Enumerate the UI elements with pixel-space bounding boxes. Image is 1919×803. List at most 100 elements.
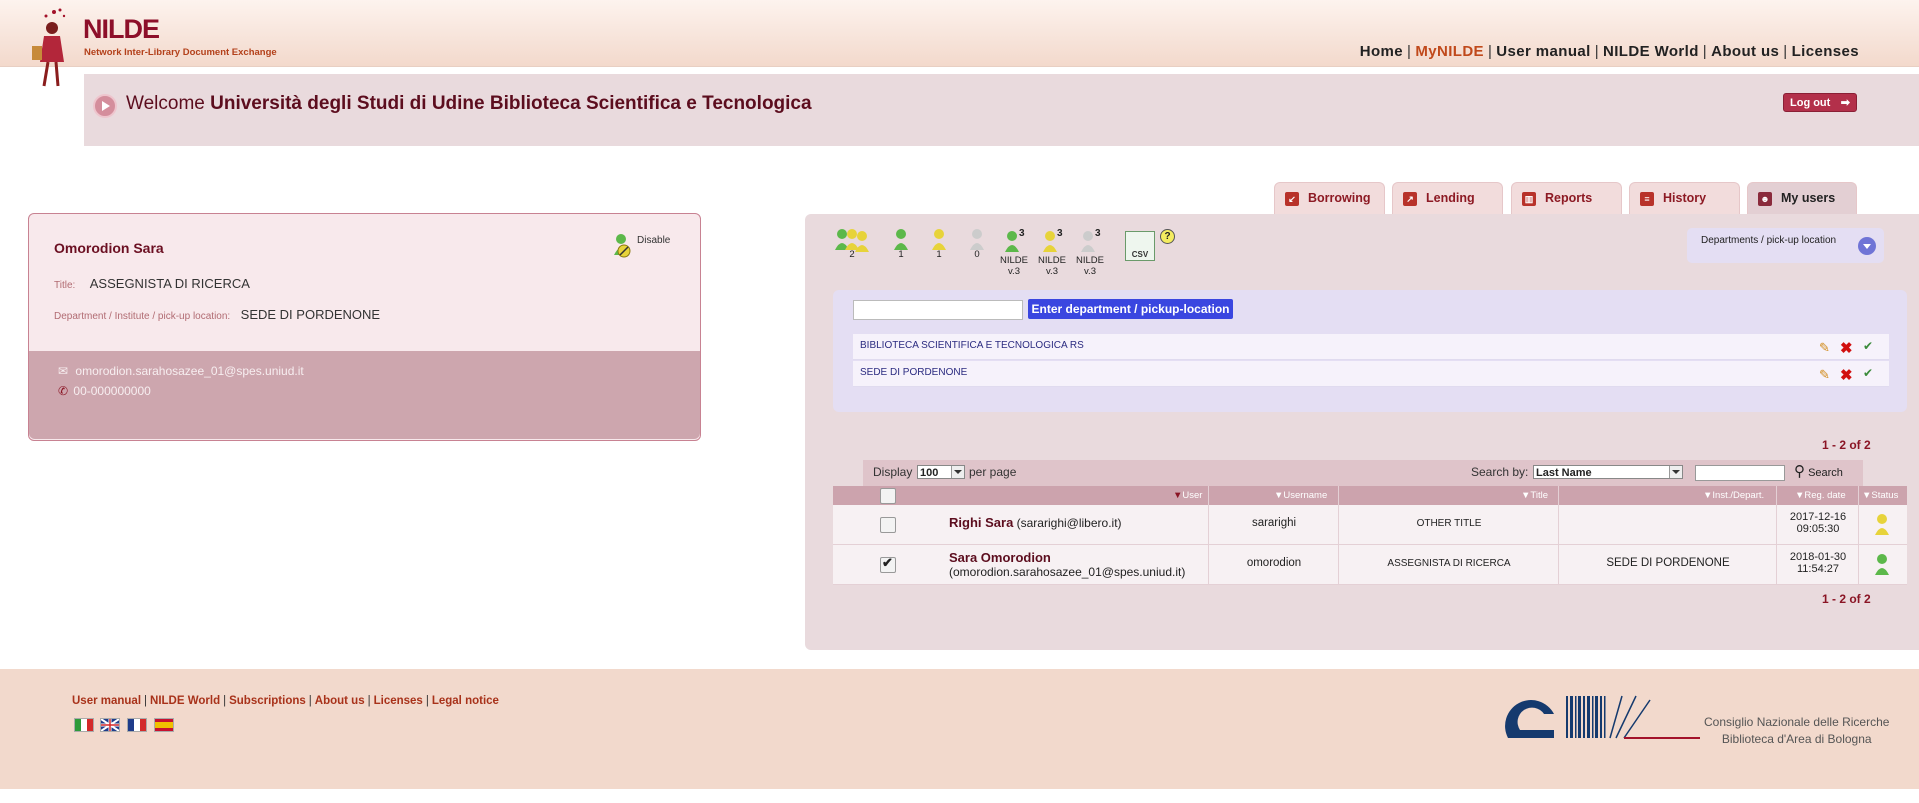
filter-disabled-users[interactable]: 0 [966,228,988,260]
footer-subscriptions[interactable]: Subscriptions [229,695,306,707]
assign-user-icon[interactable]: ✔ [1863,339,1873,353]
tab-lending[interactable]: ↗ Lending [1392,182,1503,214]
tab-borrowing-label: Borrowing [1308,191,1371,205]
delete-icon[interactable]: ✖ [1840,366,1853,384]
filter-nilde3-active[interactable]: 3 NILDE v.3 [998,228,1030,277]
footer-user-manual[interactable]: User manual [72,695,141,707]
search-input[interactable] [1695,465,1785,481]
logo-subtitle: Network Inter-Library Document Exchange [84,47,277,58]
nav-nilde-world[interactable]: NILDE World [1603,43,1699,60]
nav-about-us[interactable]: About us [1711,43,1779,60]
help-icon[interactable]: ? [1160,229,1175,244]
pagination-top: 1 - 2 of 2 [1822,438,1871,452]
nilde-label: NILDE [1076,255,1104,266]
footer-nilde-world[interactable]: NILDE World [150,695,220,707]
column-divider [1338,486,1339,584]
history-list-icon: ≡ [1640,191,1654,206]
pagination-bottom: 1 - 2 of 2 [1822,592,1871,606]
username-cell: sararighi [1251,517,1297,529]
title-cell: ASSEGNISTA DI RICERCA [1387,558,1511,569]
column-header-label: Status [1871,490,1899,501]
filter-all-users[interactable]: 2 [830,228,874,260]
nav-licenses[interactable]: Licenses [1792,43,1859,60]
per-page-select[interactable]: 100 [917,465,965,479]
cnr-line-1: Consiglio Nazionale delle Ricerche [1704,715,1890,729]
logout-button[interactable]: Log out ➡ [1783,93,1857,112]
departments-toggle[interactable]: Departments / pick-up location [1687,228,1884,263]
nav-mynilde[interactable]: MyNILDE [1415,43,1484,60]
tab-history[interactable]: ≡ History [1629,182,1740,214]
user-email[interactable]: omorodion.sarahosazee_01@spes.uniud.it [75,364,303,378]
user-name-link[interactable]: Sara Omorodion [949,550,1051,565]
filter-active-users[interactable]: 1 [890,228,912,260]
search-by-select[interactable]: Last Name [1533,465,1683,479]
column-header-label: Inst./Depart. [1712,490,1765,501]
nav-home[interactable]: Home [1360,43,1403,60]
assign-user-icon[interactable]: ✔ [1863,366,1873,380]
nav-user-manual[interactable]: User manual [1496,43,1590,60]
tab-reports[interactable]: ▥ Reports [1511,182,1622,214]
select-all-checkbox[interactable] [880,488,896,504]
per-page-value: 100 [920,467,939,479]
nilde-logo[interactable]: NILDE [83,14,160,45]
delete-icon[interactable]: ✖ [1840,339,1853,357]
disable-user-link[interactable]: Disable [637,235,670,246]
search-by-value: Last Name [1536,467,1592,479]
user-full-name: Omorodion Sara [54,240,164,256]
add-department-button[interactable]: Enter department / pickup-location [1028,299,1233,319]
sort-icon: ▼ [1862,490,1872,501]
top-navigation: Home | MyNILDE | User manual | NILDE World | Abo… [1359,43,1859,60]
column-header-username[interactable]: ▼Username [1274,490,1327,501]
department-name: BIBLIOTECA SCIENTIFICA E TECNOLOGICA RS [860,340,1084,351]
filter-nilde3-pending[interactable]: 3 NILDE v.3 [1036,228,1068,277]
filter-pending-users[interactable]: 1 [928,228,950,260]
column-header-label: Title [1530,490,1549,501]
row-checkbox[interactable]: ✔ [880,555,896,573]
search-icon: ⚲ [1794,463,1805,480]
column-header-status[interactable]: ▼Status [1862,490,1898,501]
column-divider [1858,486,1859,584]
column-header-user[interactable]: ▼User [1173,490,1202,501]
chevron-down-icon[interactable] [1858,237,1876,255]
tab-borrowing[interactable]: ↙ Borrowing [1274,182,1385,214]
filter-nilde3-disabled[interactable]: 3 NILDE v.3 [1074,228,1106,277]
export-csv-icon[interactable]: CSV [1125,231,1155,261]
user-dept-row: Department / Institute / pick-up locatio… [54,306,380,324]
footer-legal-notice[interactable]: Legal notice [432,695,499,707]
edit-pencil-icon[interactable]: ✎ [1819,367,1830,383]
reg-date-cell: 2018-01-30 11:54:27 [1778,551,1858,575]
search-button[interactable]: ⚲ Search [1794,462,1843,480]
flag-french-icon[interactable] [127,718,147,732]
flag-english-icon[interactable] [100,718,120,732]
tab-history-label: History [1663,191,1707,205]
welcome-prefix: Welcome [126,93,205,114]
departments-toggle-label: Departments / pick-up location [1701,235,1837,246]
column-divider [1558,486,1559,584]
envelope-icon: ✉ [58,364,69,378]
nilde-logo-figure-icon [32,8,66,87]
reg-date: 2017-12-16 [1789,511,1847,523]
arrow-right-icon: ➡ [1840,97,1850,109]
reg-time: 09:05:30 [1796,523,1840,535]
edit-pencil-icon[interactable]: ✎ [1819,340,1830,356]
footer-licenses[interactable]: Licenses [374,695,423,707]
footer-about-us[interactable]: About us [315,695,365,707]
tab-my-users[interactable]: ☻ My users [1747,182,1857,214]
row-checkbox[interactable] [880,517,896,533]
column-header-inst-depart[interactable]: ▼Inst./Depart. [1703,490,1764,501]
tab-reports-label: Reports [1545,191,1593,205]
column-header-title[interactable]: ▼Title [1521,490,1548,501]
flag-spanish-icon[interactable] [154,718,174,732]
column-header-label: Reg. date [1804,490,1846,501]
dropdown-arrow-icon [1669,466,1682,478]
welcome-library-name: Università degli Studi di Udine Bibliote… [210,93,812,114]
department-input[interactable] [853,300,1023,320]
cnr-logo-icon [1505,695,1700,739]
phone-icon: ✆ [58,384,69,398]
green-user-nilde3-icon: 3 [1005,228,1025,252]
user-name-link[interactable]: Righi Sara [949,515,1013,530]
column-header-reg-date[interactable]: ▼Reg. date [1795,490,1846,501]
disable-user-icon[interactable] [612,233,632,259]
tab-lending-label: Lending [1426,191,1475,205]
flag-italian-icon[interactable] [74,718,94,732]
